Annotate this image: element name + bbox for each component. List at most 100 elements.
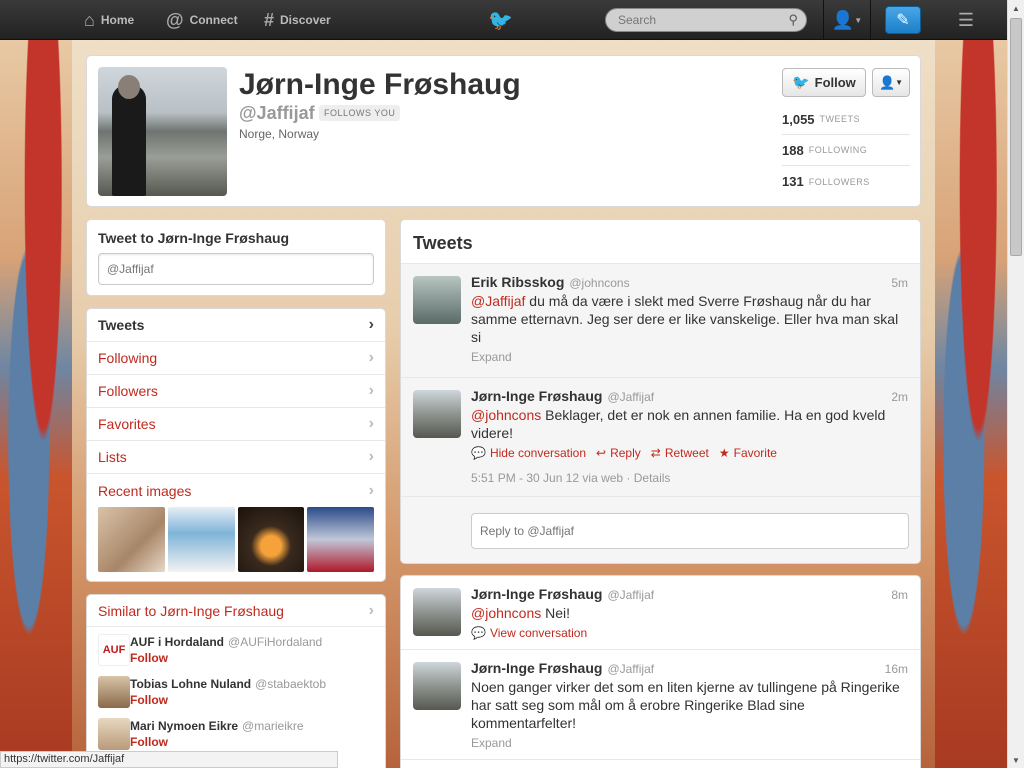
profile-avatar[interactable] (98, 67, 227, 196)
similar-users-header[interactable]: Similar to Jørn-Inge Frøshaug › (87, 595, 385, 627)
stat-tweets[interactable]: 1,055 TWEETS (782, 104, 910, 135)
scroll-up-arrow-icon[interactable]: ▲ (1008, 0, 1024, 16)
tweet-avatar[interactable] (413, 276, 461, 324)
nav-connect-label: Connect (189, 13, 238, 27)
menu-icon[interactable]: ☰ (955, 10, 977, 30)
nav-recent-images[interactable]: Recent images › (87, 474, 385, 507)
favorite-label: Favorite (733, 446, 777, 460)
tweet-avatar[interactable] (413, 588, 461, 636)
tweet-timestamp[interactable]: 8m (891, 588, 908, 602)
nav-discover[interactable]: # Discover (264, 0, 331, 40)
tweet-timestamp[interactable]: 2m (891, 390, 908, 404)
stat-followers[interactable]: 131 FOLLOWERS (782, 166, 910, 197)
recent-image-thumbnail[interactable] (307, 507, 374, 572)
tweet-item-expanded[interactable]: Jørn-Inge Frøshaug @Jaffijaf 2m @johncon… (401, 378, 920, 497)
tweet-expand-link[interactable]: Expand (471, 350, 908, 364)
similar-user-name[interactable]: Mari Nymoen Eikre (130, 719, 238, 733)
search-input[interactable] (606, 9, 776, 31)
compose-icon: ✎ (896, 12, 910, 29)
recent-image-thumbnail[interactable] (237, 507, 305, 572)
similar-user-follow-link[interactable]: Follow (130, 651, 385, 665)
tweet-timestamp[interactable]: 16m (885, 662, 908, 676)
tweet-expand-link[interactable]: Expand (471, 736, 908, 750)
browser-status-bar: https://twitter.com/Jaffijaf (0, 751, 338, 768)
profile-name: Jørn-Inge Frøshaug (239, 68, 521, 101)
reply-input[interactable] (471, 513, 909, 549)
user-actions-dropdown[interactable]: 👤 ▼ (872, 68, 910, 97)
stat-following[interactable]: 188 FOLLOWING (782, 135, 910, 166)
nav-followers[interactable]: Followers › (87, 375, 385, 408)
recent-image-thumbnail[interactable] (98, 507, 165, 572)
background-poster-left (0, 40, 72, 768)
favorite-link[interactable]: ★ Favorite (719, 446, 777, 460)
chevron-right-icon: › (368, 481, 374, 499)
tweet-details-meta[interactable]: 5:51 PM - 30 Jun 12 via web · Details (471, 471, 908, 485)
tweet-item[interactable]: Jørn-Inge Frøshaug @Jaffijaf 8m @johncon… (401, 576, 920, 650)
nav-lists[interactable]: Lists › (87, 441, 385, 474)
tweet-body: Nei! (541, 605, 571, 621)
retweet-link[interactable]: ⇄ Retweet (651, 446, 709, 460)
tweet-author-name[interactable]: Jørn-Inge Frøshaug (471, 660, 602, 676)
caret-down-icon: ▼ (854, 15, 863, 25)
nav-home[interactable]: ⌂ Home (84, 0, 134, 40)
twitter-bird-small-icon: 🐦 (792, 74, 810, 90)
chevron-right-icon: › (368, 349, 374, 366)
user-menu-dropdown[interactable]: 👤 ▼ (823, 0, 871, 40)
search-icon[interactable]: ⚲ (788, 12, 798, 28)
follow-button-label: Follow (814, 75, 856, 90)
similar-user-avatar[interactable]: AUF (98, 634, 130, 666)
view-conversation-link[interactable]: 💬 View conversation (471, 626, 587, 640)
recent-image-thumbnail[interactable] (167, 507, 235, 572)
hash-icon: # (264, 9, 275, 30)
tweet-author-handle: @Jaffijaf (607, 588, 655, 602)
nav-favorites-label: Favorites (98, 416, 156, 432)
tweet-author-name[interactable]: Jørn-Inge Frøshaug (471, 388, 602, 404)
tweet-author-handle: @Jaffijaf (607, 390, 655, 404)
follow-button[interactable]: 🐦 Follow (782, 68, 866, 97)
tweet-mention-link[interactable]: @Jaffijaf (471, 293, 525, 309)
hide-conversation-link[interactable]: 💬 Hide conversation (471, 446, 586, 460)
speech-bubble-icon: 💬 (471, 446, 486, 460)
similar-user-avatar[interactable] (98, 718, 130, 750)
reply-link[interactable]: ↩ Reply (596, 446, 641, 460)
tweet-avatar[interactable] (413, 390, 461, 438)
similar-user-name[interactable]: Tobias Lohne Nuland (130, 677, 251, 691)
stat-label: FOLLOWING (808, 145, 868, 155)
nav-connect[interactable]: @ Connect (166, 0, 238, 40)
vertical-scrollbar[interactable]: ▲ ▼ (1007, 0, 1024, 768)
tweet-item[interactable]: Erik Ribsskog @johncons 5m @Jaffijaf du … (401, 264, 920, 378)
scrollbar-thumb[interactable] (1010, 18, 1022, 256)
similar-users-title: Similar to Jørn-Inge Frøshaug (98, 602, 284, 619)
tweet-author-name[interactable]: Jørn-Inge Frøshaug (471, 586, 602, 602)
similar-user-follow-link[interactable]: Follow (130, 693, 385, 707)
tweet-text: @johncons Nei! (471, 604, 908, 622)
tweet-avatar[interactable] (413, 662, 461, 710)
compose-tweet-button[interactable]: ✎ (885, 6, 921, 34)
tweet-mention-link[interactable]: @johncons (471, 407, 541, 423)
tweet-mention-link[interactable]: @johncons (471, 605, 541, 621)
at-icon: @ (166, 9, 184, 30)
nav-favorites[interactable]: Favorites › (87, 408, 385, 441)
scroll-down-arrow-icon[interactable]: ▼ (1008, 752, 1024, 768)
similar-user-handle: @stabaektob (255, 677, 327, 691)
chevron-right-icon: › (368, 415, 374, 432)
user-icon: 👤 (831, 9, 855, 30)
background-poster-right (935, 40, 1007, 768)
similar-user-follow-link[interactable]: Follow (130, 735, 385, 749)
similar-user-name[interactable]: AUF i Hordaland (130, 635, 224, 649)
follows-you-badge: FOLLOWS YOU (319, 105, 401, 121)
tweets-title: Tweets (401, 220, 920, 264)
stat-label: TWEETS (819, 114, 861, 124)
nav-tweets[interactable]: Tweets › (87, 309, 385, 342)
tweet-author-name[interactable]: Erik Ribsskog (471, 274, 564, 290)
tweet-timestamp[interactable]: 5m (891, 276, 908, 290)
twitter-bird-icon[interactable]: 🐦 (488, 8, 513, 33)
tweet-to-title: Tweet to Jørn-Inge Frøshaug (98, 230, 290, 246)
nav-home-label: Home (100, 13, 135, 27)
similar-user-avatar[interactable] (98, 676, 130, 708)
nav-following[interactable]: Following › (87, 342, 385, 375)
tweet-actions: 💬 View conversation (471, 626, 908, 640)
nav-tweets-label: Tweets (98, 317, 145, 333)
tweet-to-input[interactable] (98, 253, 374, 285)
tweet-item[interactable]: Jørn-Inge Frøshaug @Jaffijaf 16m Noen ga… (401, 650, 920, 760)
